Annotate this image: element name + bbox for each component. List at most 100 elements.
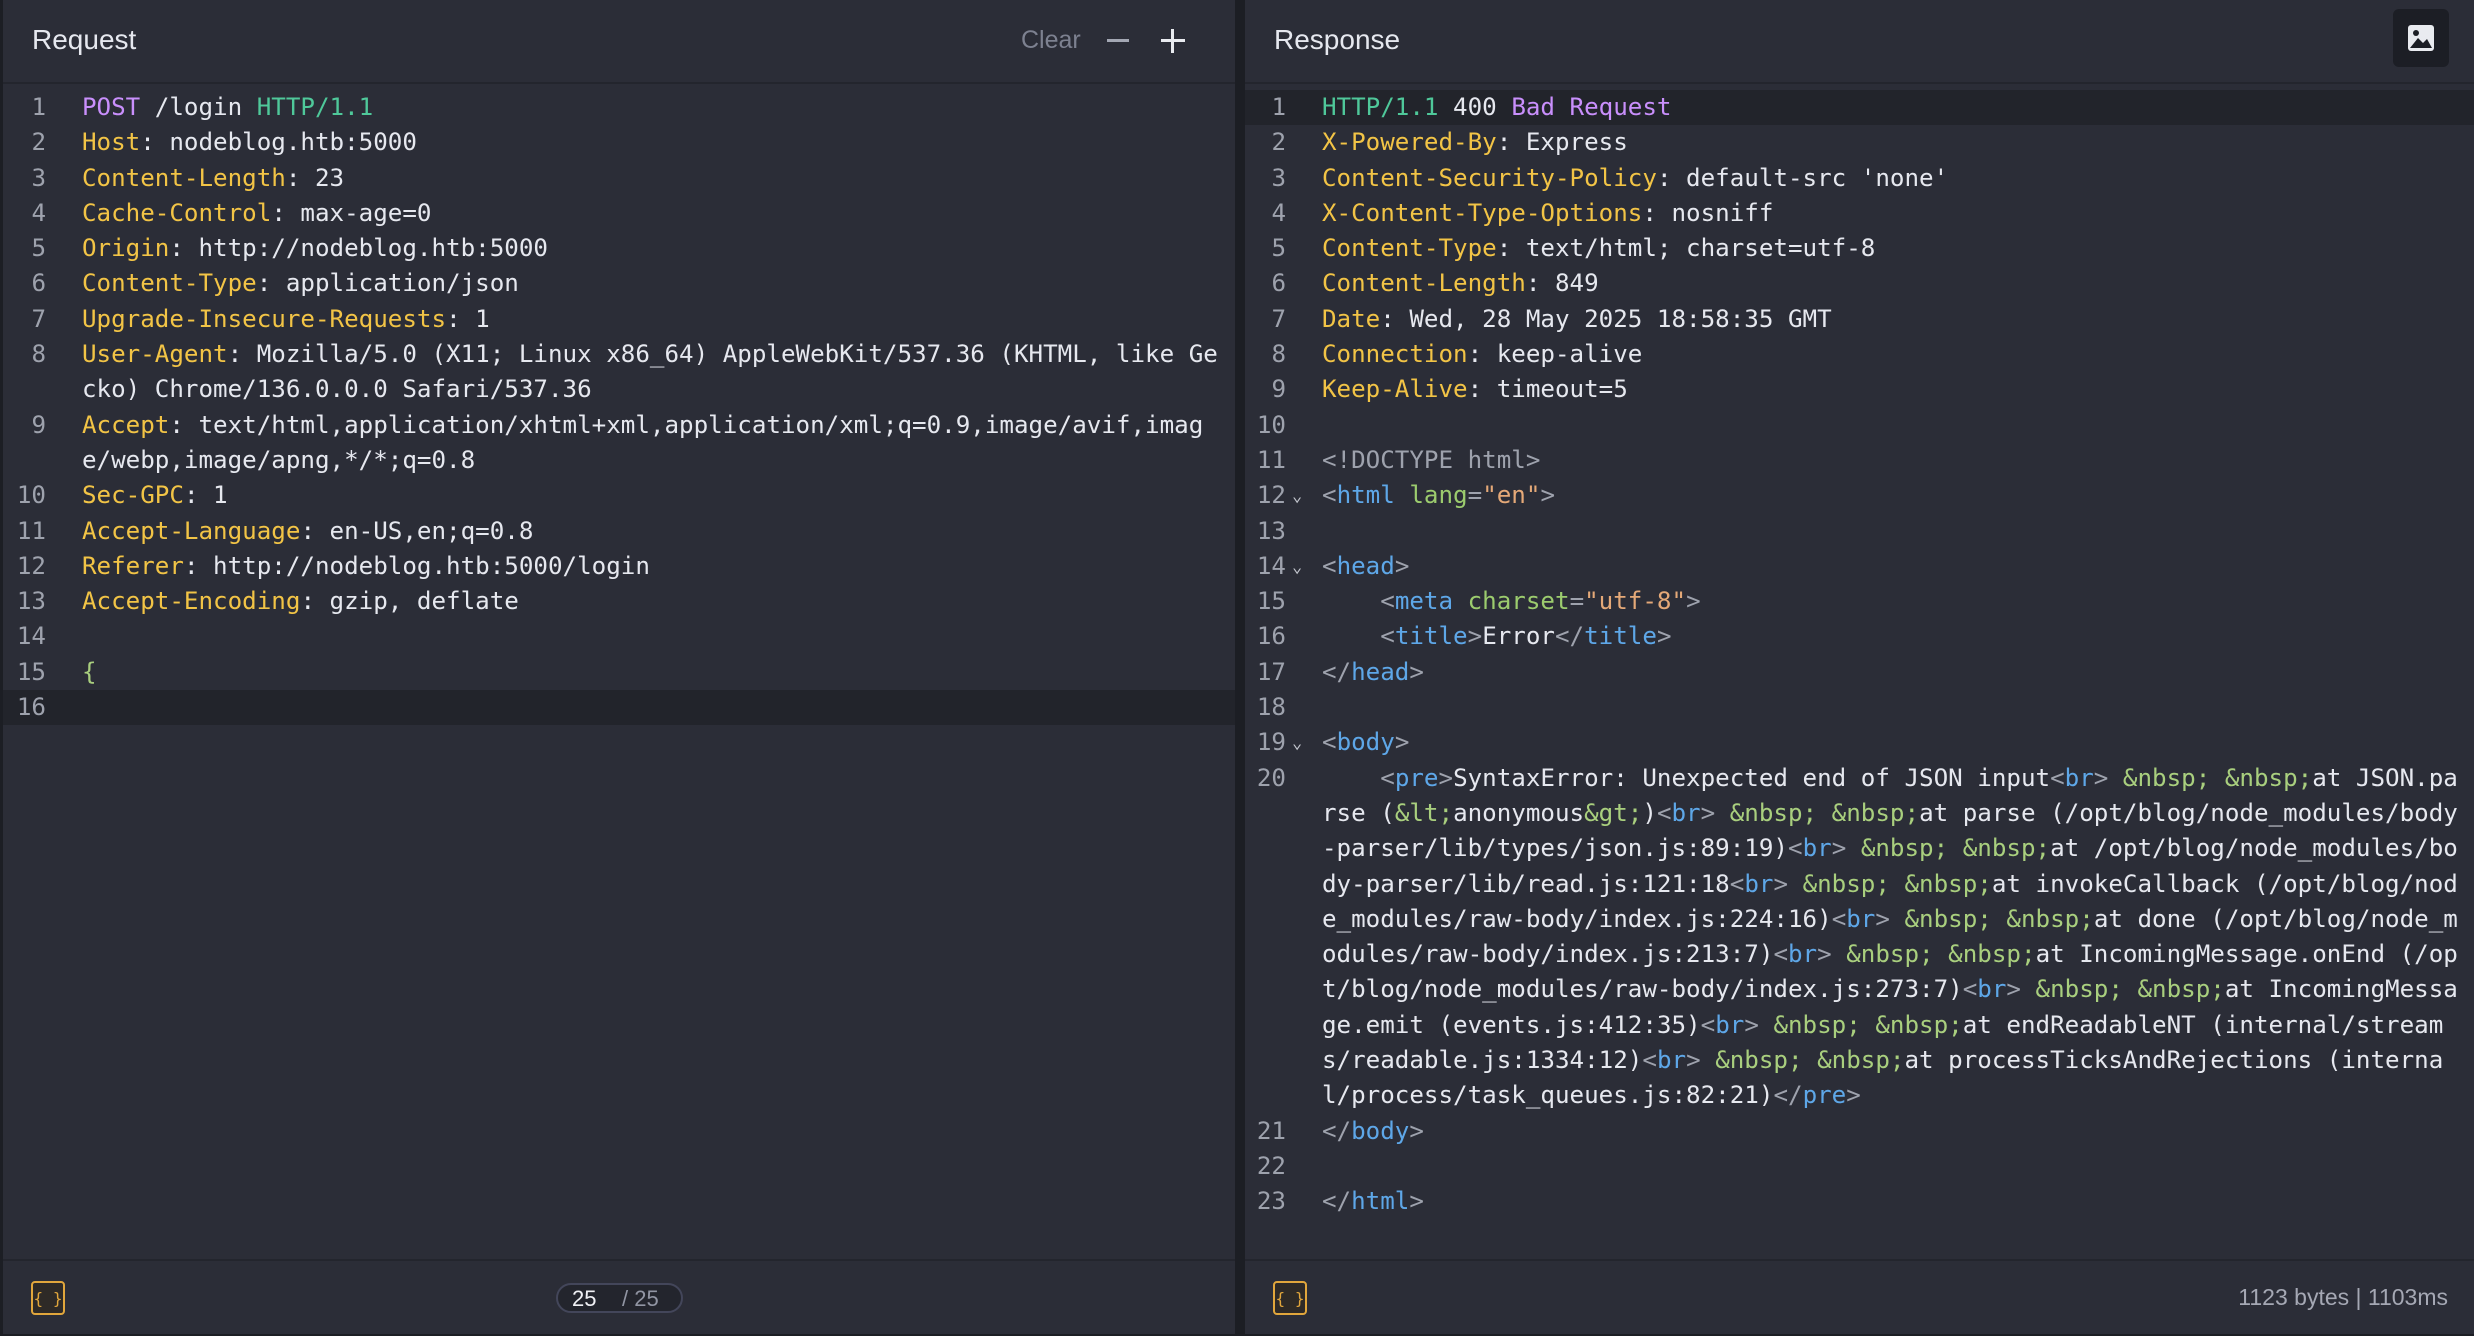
code-line[interactable]: 6 Content-Type: application/json [3, 266, 1235, 301]
pager-total: / 25 [622, 1286, 659, 1311]
code-token: > [1409, 657, 1424, 686]
format-braces-icon[interactable]: { } [31, 1281, 65, 1315]
code-token: < [1729, 869, 1745, 898]
line-code: Content-Type: application/json [82, 266, 1228, 301]
code-line[interactable]: 7 Upgrade-Insecure-Requests: 1 [3, 302, 1235, 337]
line-code: Accept-Language: en-US,en;q=0.8 [82, 514, 1228, 549]
code-line[interactable]: 16 ​ [3, 690, 1235, 726]
response-stats: 1123 bytes | 1103ms [2238, 1284, 2448, 1310]
code-token: &nbsp; &nbsp; [1729, 798, 1920, 827]
code-token: Content-Security-Policy [1322, 163, 1657, 192]
code-line[interactable]: 6 Content-Length: 849 [1245, 266, 2474, 301]
line-code: ​ [1322, 690, 2468, 725]
line-number: 21 [1256, 1116, 1286, 1145]
code-line[interactable]: 23 </html> [1245, 1184, 2474, 1219]
code-line[interactable]: 10 Sec-GPC: 1 [3, 478, 1235, 513]
line-code: ​ [1322, 1149, 2468, 1184]
history-pager[interactable]: 25 / 25 [556, 1283, 683, 1313]
image-icon[interactable] [2393, 9, 2449, 67]
code-line[interactable]: 15 { [3, 655, 1235, 690]
code-line[interactable]: 3 Content-Length: 23 [3, 161, 1235, 196]
code-token: &nbsp; &nbsp; [2035, 975, 2225, 1004]
code-line[interactable]: 14 ⌄ <head> [1245, 549, 2474, 584]
code-token: html [1336, 481, 1395, 510]
code-token: < [1700, 1010, 1716, 1039]
code-token: </ [1773, 1081, 1803, 1110]
fold-chevron-icon[interactable]: ⌄ [1292, 726, 1302, 761]
code-line[interactable]: 3 Content-Security-Policy: default-src 'n… [1245, 161, 2474, 196]
line-code: <pre>SyntaxError: Unexpected end of JSON… [1322, 761, 2468, 1114]
format-braces-icon[interactable]: { } [1273, 1281, 1307, 1315]
code-line[interactable]: 15 <meta charset="utf-8"> [1245, 584, 2474, 619]
code-line[interactable]: 19 ⌄ <body> [1245, 725, 2474, 760]
code-line[interactable]: 4 X-Content-Type-Options: nosniff [1245, 196, 2474, 231]
code-line[interactable]: 14 ​ [3, 619, 1235, 654]
code-line[interactable]: 22 ​ [1245, 1149, 2474, 1184]
code-token: : 1 [446, 304, 490, 333]
fold-chevron-icon[interactable]: ⌄ [1292, 550, 1302, 585]
code-token: > [1409, 1116, 1424, 1145]
line-number: 17 [1256, 657, 1286, 686]
clear-button[interactable]: Clear [1021, 26, 1081, 55]
request-editor[interactable]: 1 POST /login HTTP/1.1 2 Host: nodeblog.htb… [3, 90, 1235, 726]
code-line[interactable]: 5 Content-Type: text/html; charset=utf-8 [1245, 231, 2474, 266]
line-number: 10 [16, 481, 46, 510]
code-token: lang [1409, 481, 1468, 510]
line-number: 6 [31, 269, 46, 298]
code-token: > [1467, 622, 1483, 651]
minus-icon[interactable] [1107, 39, 1129, 42]
line-number: 11 [16, 516, 46, 545]
line-code: Referer: http://nodeblog.htb:5000/login [82, 549, 1228, 584]
plus-icon[interactable] [1161, 29, 1185, 53]
code-line[interactable]: 11 <!DOCTYPE html> [1245, 443, 2474, 478]
response-editor[interactable]: 1 HTTP/1.1 400 Bad Request 2 X-Powered-By: … [1245, 90, 2474, 1220]
code-token: < [1962, 975, 1978, 1004]
code-token: html [1351, 1187, 1410, 1216]
code-line[interactable]: 5 Origin: http://nodeblog.htb:5000 [3, 231, 1235, 266]
code-token: > [1394, 551, 1410, 580]
code-token: br [1671, 798, 1701, 827]
line-number: 1 [31, 93, 46, 121]
code-line[interactable]: 20 <pre>SyntaxError: Unexpected end of J… [1245, 761, 2474, 1114]
code-token: body [1336, 728, 1395, 757]
code-line[interactable]: 11 Accept-Language: en-US,en;q=0.8 [3, 514, 1235, 549]
line-number: 16 [1256, 622, 1286, 651]
code-token: < [1322, 728, 1337, 757]
line-code: </head> [1322, 655, 2468, 690]
code-line[interactable]: 12 ⌄ <html lang="en"> [1245, 478, 2474, 513]
code-line[interactable]: 16 <title>Error</title> [1245, 619, 2474, 654]
code-token: User-Agent [82, 340, 228, 369]
code-token: < [1322, 587, 1395, 616]
line-number: 3 [31, 163, 46, 192]
code-line[interactable]: 8 Connection: keep-alive [1245, 337, 2474, 372]
code-line[interactable]: 9 Keep-Alive: timeout=5 [1245, 372, 2474, 407]
code-token: Accept-Language [82, 516, 301, 545]
pager-current: 25 [572, 1286, 597, 1311]
code-line[interactable]: 10 ​ [1245, 408, 2474, 443]
code-line[interactable]: 8 User-Agent: Mozilla/5.0 (X11; Linux x86… [3, 337, 1235, 408]
code-token: : nosniff [1642, 198, 1774, 227]
line-code: Accept: text/html,application/xhtml+xml,… [82, 408, 1228, 479]
request-header: Request Clear [3, 0, 1235, 84]
code-line[interactable]: 1 HTTP/1.1 400 Bad Request [1245, 90, 2474, 126]
code-line[interactable]: 9 Accept: text/html,application/xhtml+xml… [3, 408, 1235, 479]
code-line[interactable]: 12 Referer: http://nodeblog.htb:5000/logi… [3, 549, 1235, 584]
code-line[interactable]: 2 Host: nodeblog.htb:5000 [3, 125, 1235, 160]
code-line[interactable]: 4 Cache-Control: max-age=0 [3, 196, 1235, 231]
code-line[interactable]: 13 Accept-Encoding: gzip, deflate [3, 584, 1235, 619]
code-line[interactable]: 7 Date: Wed, 28 May 2025 18:58:35 GMT [1245, 302, 2474, 337]
request-pane: Request Clear 1 POST /login HTTP/1.1 2 Host… [3, 0, 1235, 1334]
code-line[interactable]: 1 POST /login HTTP/1.1 [3, 90, 1235, 125]
code-line[interactable]: 17 </head> [1245, 655, 2474, 690]
code-token: > [1409, 1187, 1424, 1216]
line-number: 18 [1256, 693, 1286, 722]
line-code: Cache-Control: max-age=0 [82, 196, 1228, 231]
code-line[interactable]: 13 ​ [1245, 514, 2474, 549]
code-token: X-Powered-By [1322, 128, 1497, 157]
code-line[interactable]: 2 X-Powered-By: Express [1245, 125, 2474, 160]
code-line[interactable]: 18 ​ [1245, 690, 2474, 725]
code-token: > [1686, 587, 1701, 616]
code-token: </ [1322, 657, 1352, 686]
code-line[interactable]: 21 </body> [1245, 1114, 2474, 1149]
fold-chevron-icon[interactable]: ⌄ [1292, 479, 1302, 514]
